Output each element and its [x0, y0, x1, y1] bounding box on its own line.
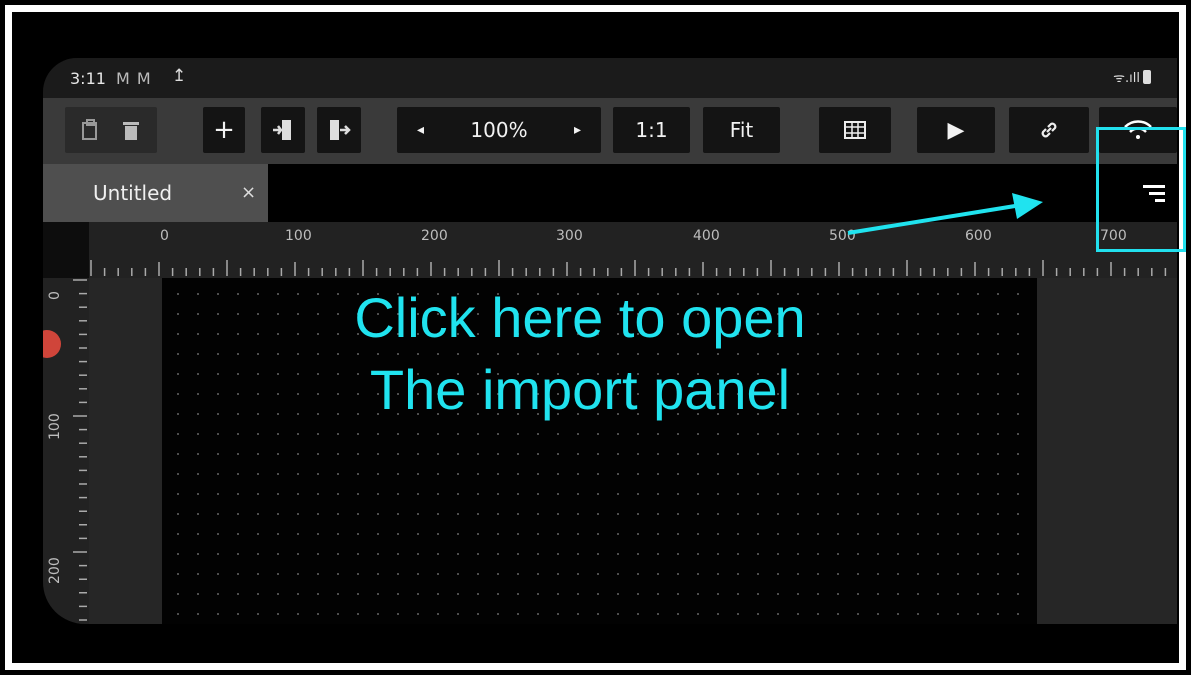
highlight-box: [1096, 127, 1186, 252]
annotation-arrow-icon: [847, 193, 1043, 235]
